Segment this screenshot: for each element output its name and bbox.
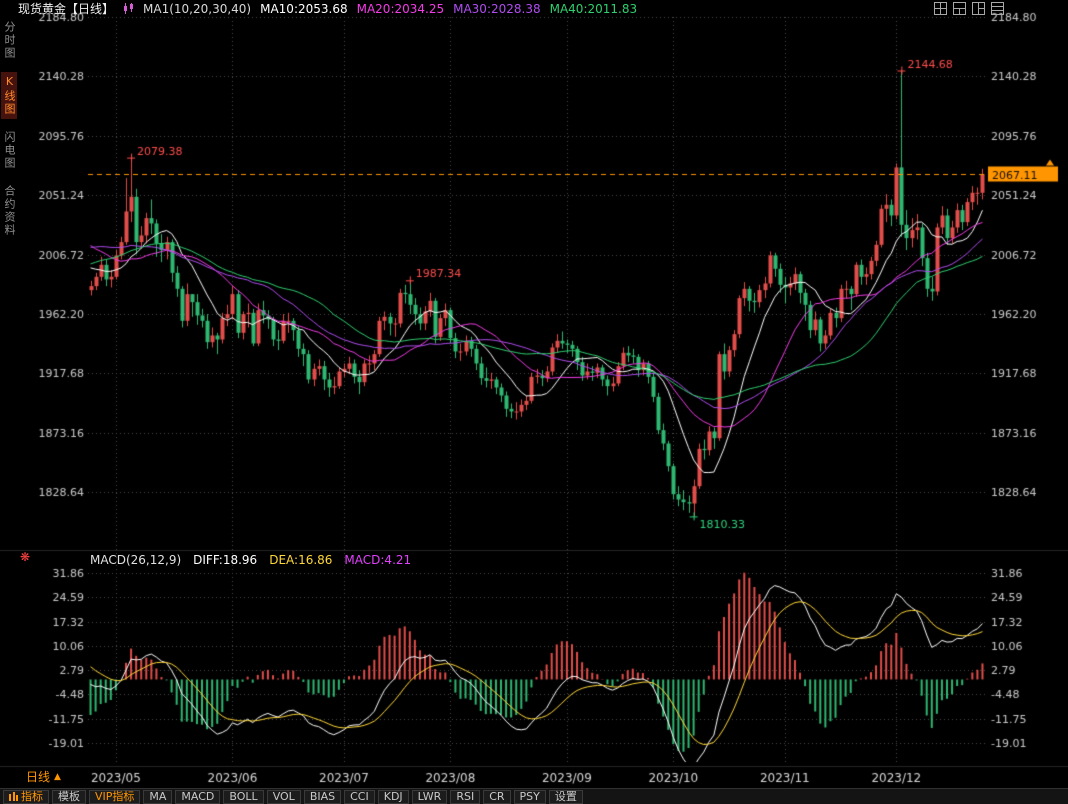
period-label: 日线	[26, 768, 50, 785]
chart-type-sidebar: 分时图 K线图 闪电图 合约资料	[0, 18, 18, 764]
ma10-value: MA10:2053.68	[260, 2, 348, 16]
ma20-value: MA20:2034.25	[357, 2, 445, 16]
chart-header: 现货黄金【日线】 MA1(10,20,30,40) MA10:2053.68 M…	[18, 0, 1068, 17]
toolbar-cr-button[interactable]: CR	[483, 790, 510, 804]
ma40-value: MA40:2011.83	[550, 2, 638, 16]
toolbar-psy-button[interactable]: PSY	[514, 790, 546, 804]
layout-rows-icon[interactable]	[991, 2, 1004, 15]
macd-legend: MACD(26,12,9) DIFF:18.96 DEA:16.86 MACD:…	[90, 553, 411, 567]
toolbar-indicators-label: 指标	[21, 791, 43, 803]
indicator-flag-icon[interactable]: ❋	[20, 550, 30, 564]
ma-group-label: MA1(10,20,30,40)	[143, 2, 251, 16]
macd-diff-value: DIFF:18.96	[193, 553, 257, 567]
toolbar-vol-button[interactable]: VOL	[267, 790, 301, 804]
trading-app-window: 现货黄金【日线】 MA1(10,20,30,40) MA10:2053.68 M…	[0, 0, 1068, 804]
kline-legend-icon	[123, 3, 134, 14]
macd-params-label: MACD(26,12,9)	[90, 553, 181, 567]
toolbar-lwr-button[interactable]: LWR	[412, 790, 448, 804]
toolbar-vip-indicators-button[interactable]: VIP指标	[89, 790, 140, 804]
indicator-icon	[9, 792, 18, 801]
layout-grid-icon[interactable]	[934, 2, 947, 15]
toolbar-cci-button[interactable]: CCI	[344, 790, 375, 804]
layout-split-right-icon[interactable]	[972, 2, 985, 15]
toolbar-ma-button[interactable]: MA	[143, 790, 172, 804]
toolbar-kdj-button[interactable]: KDJ	[378, 790, 409, 804]
toolbar-boll-button[interactable]: BOLL	[223, 790, 263, 804]
toolbar-macd-button[interactable]: MACD	[175, 790, 220, 804]
sidebar-item-timeshare-chart[interactable]: 分时图	[1, 18, 17, 63]
sidebar-item-kline-chart[interactable]: K线图	[1, 72, 17, 119]
toolbar-bias-button[interactable]: BIAS	[304, 790, 341, 804]
sidebar-item-lightning-chart[interactable]: 闪电图	[1, 128, 17, 173]
toolbar-indicators-button[interactable]: 指标	[3, 790, 49, 804]
macd-dea-value: DEA:16.86	[269, 553, 332, 567]
instrument-title: 现货黄金【日线】	[18, 0, 114, 17]
sidebar-item-contract-info[interactable]: 合约资料	[1, 182, 17, 240]
toolbar-rsi-button[interactable]: RSI	[450, 790, 480, 804]
ma30-value: MA30:2028.38	[453, 2, 541, 16]
macd-hist-value: MACD:4.21	[344, 553, 411, 567]
bottom-toolbar: 指标 模板 VIP指标 MA MACD BOLL VOL BIAS CCI KD…	[0, 788, 1068, 804]
toolbar-settings-button[interactable]: 设置	[549, 790, 583, 804]
layout-split-bottom-icon[interactable]	[953, 2, 966, 15]
toolbar-template-button[interactable]: 模板	[52, 790, 86, 804]
price-chart-canvas[interactable]	[0, 0, 1068, 788]
layout-icon-group	[934, 2, 1004, 15]
period-arrow-icon: ▲	[54, 772, 61, 782]
period-selector[interactable]: 日线 ▲	[26, 768, 61, 785]
